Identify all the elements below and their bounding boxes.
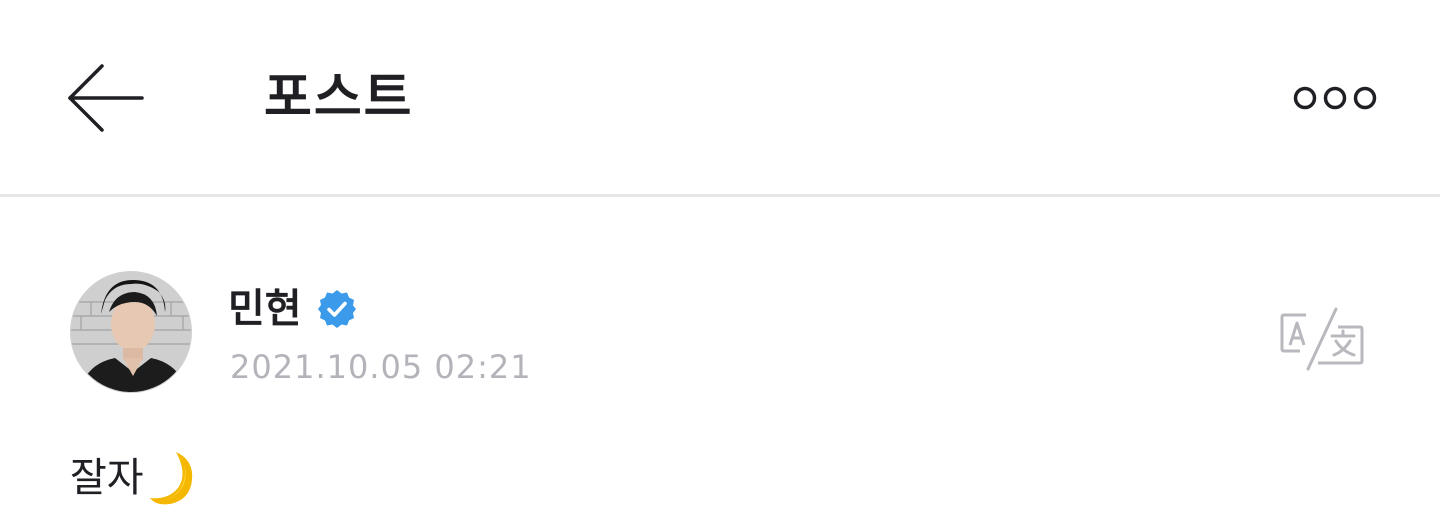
arrow-left-icon <box>68 64 144 132</box>
post-timestamp: 2021.10.05 02:21 <box>230 348 532 386</box>
avatar[interactable] <box>70 271 192 393</box>
avatar-image <box>71 272 191 392</box>
crescent-moon-icon <box>148 450 194 506</box>
verified-badge-icon <box>316 288 358 330</box>
back-button[interactable] <box>60 58 150 138</box>
author-name[interactable]: 민현 <box>228 281 302 337</box>
author-row: 민현 <box>228 281 358 337</box>
post-card: 민현 2021.10.05 02:21 잘자 <box>0 197 1440 510</box>
more-options-button[interactable] <box>1285 78 1385 118</box>
page-title: 포스트 <box>264 68 414 128</box>
translate-icon <box>1280 307 1364 371</box>
more-dots-icon <box>1293 86 1377 110</box>
translate-button[interactable] <box>1278 307 1368 371</box>
top-app-bar: 포스트 <box>0 0 1440 194</box>
post-text: 잘자 <box>70 455 144 501</box>
post-body: 잘자 <box>70 447 194 509</box>
